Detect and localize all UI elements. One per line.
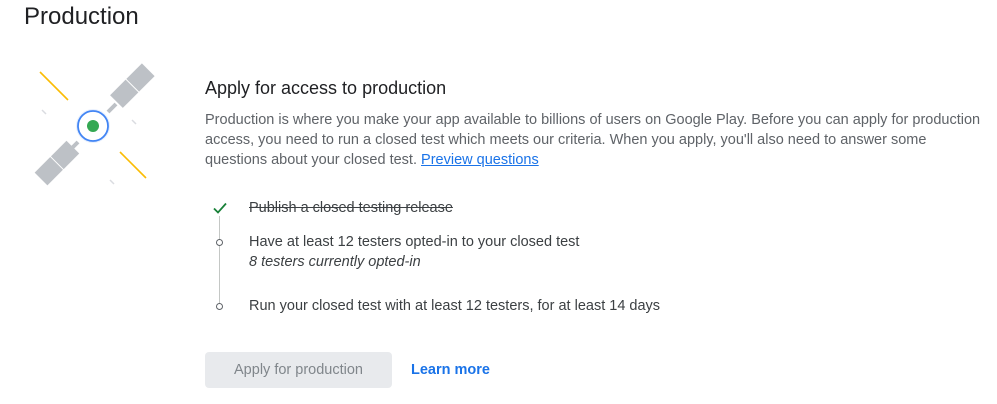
preview-questions-link[interactable]: Preview questions (421, 152, 539, 168)
step-detail: 8 testers currently opted-in (249, 254, 421, 270)
step-testers-opted-in: Have at least 12 testers opted-in to you… (205, 232, 995, 296)
section-title: Apply for access to production (205, 78, 447, 98)
satellite-illustration (34, 63, 155, 186)
step-label: Have at least 12 testers opted-in to you… (249, 234, 580, 250)
learn-more-button[interactable]: Learn more (407, 362, 494, 378)
description-text: Production is where you make your app av… (205, 112, 981, 168)
action-bar: Apply for production Learn more (205, 352, 494, 388)
apply-for-production-button[interactable]: Apply for production (205, 352, 392, 388)
step-run-closed-test: Run your closed test with at least 12 te… (205, 296, 995, 316)
section-description: Production is where you make your app av… (205, 110, 990, 170)
step-publish-closed-release: Publish a closed testing release (205, 198, 995, 232)
step-label: Publish a closed testing release (249, 200, 453, 216)
check-icon (205, 198, 234, 218)
circle-icon (216, 302, 223, 310)
production-access-section: Apply for access to production Productio… (205, 76, 995, 316)
page-title: Production (24, 3, 139, 30)
requirements-stepper: Publish a closed testing release Have at… (205, 198, 995, 316)
step-label: Run your closed test with at least 12 te… (249, 298, 661, 314)
circle-icon (216, 238, 223, 246)
